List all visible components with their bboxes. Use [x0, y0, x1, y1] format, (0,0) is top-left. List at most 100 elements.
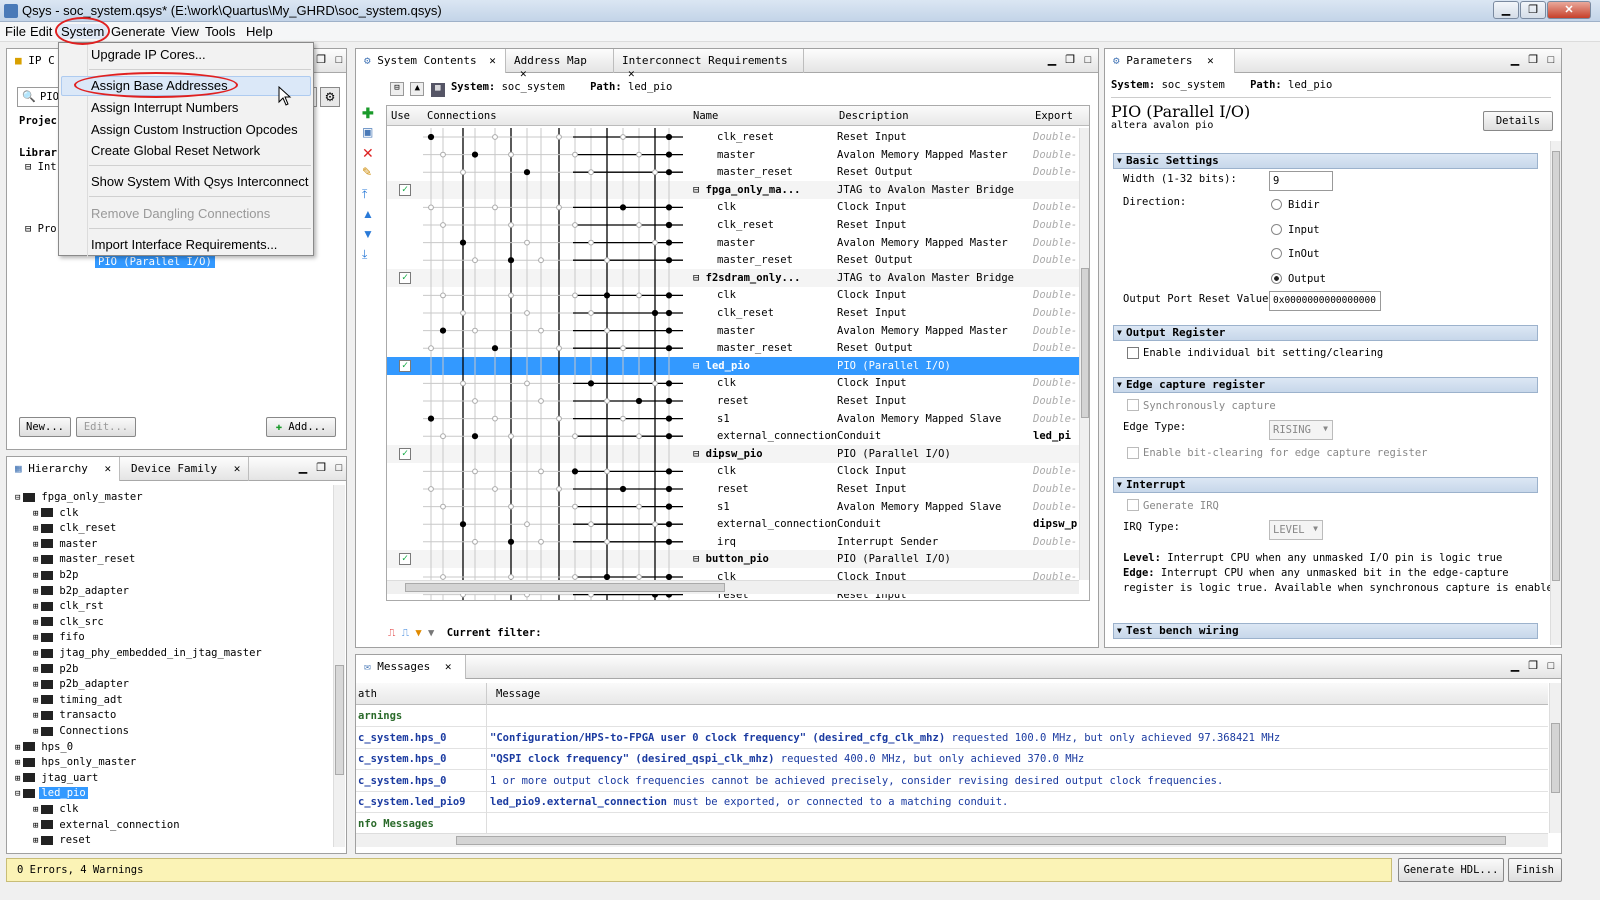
- expand-icon[interactable]: ⊞: [33, 555, 38, 565]
- menu-item-import-requirements[interactable]: Import Interface Requirements...: [91, 237, 277, 252]
- col-message[interactable]: Message: [496, 688, 540, 700]
- menu-item-assign-opcodes[interactable]: Assign Custom Instruction Opcodes: [91, 122, 298, 137]
- connection-point[interactable]: [588, 521, 594, 528]
- connection-point-active[interactable]: [665, 257, 673, 264]
- hierarchy-item[interactable]: ⊞ clk: [33, 803, 80, 815]
- menu-help[interactable]: Help: [243, 24, 276, 39]
- add-icon[interactable]: ✚: [362, 105, 380, 125]
- connection-point[interactable]: [472, 398, 478, 404]
- message-row[interactable]: c_system.led_pio9 led_pio9.external_conne…: [356, 791, 1548, 814]
- hierarchy-item[interactable]: ⊞ clk_rst: [33, 600, 106, 612]
- export-cell[interactable]: Double-: [1033, 307, 1077, 319]
- messages-hscrollbar[interactable]: [356, 833, 1548, 847]
- col-use[interactable]: Use: [391, 110, 410, 122]
- connection-point[interactable]: [428, 486, 434, 492]
- col-name[interactable]: Name: [693, 110, 718, 122]
- tab-ip-catalog[interactable]: ■ IP C: [7, 49, 64, 73]
- width-input[interactable]: 9: [1269, 171, 1333, 191]
- connection-point[interactable]: [572, 151, 578, 158]
- library-node[interactable]: Librar: [19, 147, 57, 159]
- connection-point-active[interactable]: [665, 327, 673, 334]
- connection-point[interactable]: [508, 433, 514, 440]
- tab-parameters[interactable]: ⚙ Parameters ✕: [1105, 49, 1235, 73]
- connection-point[interactable]: [492, 134, 498, 140]
- hierarchy-item[interactable]: ⊞ clk: [33, 507, 80, 519]
- col-path[interactable]: ath: [358, 688, 377, 700]
- contents-hscrollbar[interactable]: [387, 580, 1079, 594]
- expand-icon[interactable]: ⊞: [33, 633, 38, 643]
- connection-point[interactable]: [472, 468, 478, 475]
- hierarchy-item[interactable]: ⊞ clk_src: [33, 616, 106, 628]
- connection-point-active[interactable]: [571, 468, 579, 475]
- interface-node[interactable]: ⊟ Int: [25, 161, 57, 173]
- menu-tools[interactable]: Tools: [202, 24, 238, 39]
- connection-point[interactable]: [428, 204, 434, 211]
- connection-point-active[interactable]: [665, 239, 673, 246]
- export-cell[interactable]: Double-: [1033, 325, 1077, 337]
- connection-point[interactable]: [636, 151, 642, 158]
- connection-point[interactable]: [538, 468, 544, 475]
- export-cell[interactable]: led_pi: [1033, 430, 1071, 442]
- new-ip-button[interactable]: New...: [19, 417, 71, 437]
- use-checkbox[interactable]: ✓: [399, 553, 411, 566]
- connection-point-active[interactable]: [665, 573, 673, 581]
- connection-point-active[interactable]: [439, 327, 447, 334]
- direction-radio-input[interactable]: Input: [1271, 222, 1320, 236]
- connection-point[interactable]: [538, 538, 544, 545]
- generate-irq-checkbox[interactable]: [1127, 499, 1139, 511]
- connection-point[interactable]: [508, 574, 514, 580]
- finish-button[interactable]: Finish: [1508, 858, 1562, 882]
- connection-point-active[interactable]: [665, 521, 673, 528]
- connection-point[interactable]: [636, 433, 642, 440]
- connection-point[interactable]: [636, 292, 642, 299]
- sync-capture-checkbox[interactable]: [1127, 399, 1139, 411]
- hierarchy-item[interactable]: ⊞ p2b: [33, 663, 80, 675]
- message-row[interactable]: nfo Messages: [356, 813, 1548, 833]
- collapse-icon[interactable]: ⊟: [390, 82, 404, 96]
- connection-point-active[interactable]: [665, 345, 673, 352]
- edge-type-select[interactable]: RISING ▼: [1269, 420, 1333, 440]
- connection-point[interactable]: [636, 574, 642, 580]
- radio-icon[interactable]: [1271, 272, 1282, 284]
- hierarchy-item[interactable]: ⊞ b2p_adapter: [33, 585, 131, 597]
- connection-point-active[interactable]: [665, 538, 673, 545]
- panel-minimize-icon[interactable]: ▁: [1046, 55, 1058, 67]
- export-cell[interactable]: Double-: [1033, 536, 1077, 548]
- irq-type-select[interactable]: LEVEL ▼: [1269, 520, 1323, 540]
- connection-point[interactable]: [440, 574, 446, 580]
- connection-point[interactable]: [588, 239, 594, 246]
- tab-device-family[interactable]: Device Family ✕: [123, 457, 250, 481]
- connection-point[interactable]: [440, 222, 446, 228]
- menu-item-assign-interrupts[interactable]: Assign Interrupt Numbers: [91, 100, 238, 115]
- expand-icon[interactable]: ⊞: [33, 665, 38, 675]
- connection-point-active[interactable]: [619, 204, 627, 211]
- hierarchy-item[interactable]: ⊞ jtag_uart: [15, 772, 100, 784]
- connection-point[interactable]: [440, 292, 446, 299]
- connection-point[interactable]: [538, 398, 544, 404]
- direction-radio-inout[interactable]: InOut: [1271, 246, 1320, 260]
- panel-restore-icon[interactable]: ❐: [1527, 661, 1539, 673]
- panel-maximize-icon[interactable]: □: [1082, 55, 1094, 67]
- connection-point[interactable]: [472, 538, 478, 545]
- expand-icon[interactable]: ⊞: [15, 774, 20, 784]
- hierarchy-item[interactable]: ⊞ fifo: [33, 631, 87, 643]
- connection-point[interactable]: [428, 345, 434, 352]
- bit-setting-checkbox[interactable]: [1127, 347, 1139, 359]
- connection-point[interactable]: [588, 310, 594, 316]
- connection-point[interactable]: [652, 239, 658, 246]
- hierarchy-item[interactable]: ⊞ p2b_adapter: [33, 678, 131, 690]
- hierarchy-item[interactable]: ⊞ transacto: [33, 709, 118, 721]
- connection-point[interactable]: [440, 503, 446, 510]
- connection-point[interactable]: [604, 398, 610, 404]
- expand-icon[interactable]: ⊞: [33, 649, 38, 659]
- export-cell[interactable]: Double-: [1033, 395, 1077, 407]
- connection-point-active[interactable]: [427, 415, 435, 422]
- reset-value-input[interactable]: 0x0000000000000000: [1269, 291, 1381, 311]
- radio-icon[interactable]: [1271, 248, 1282, 260]
- expand-icon[interactable]: ⊞: [15, 758, 20, 768]
- message-row[interactable]: c_system.hps_0 "Configuration/HPS-to-FPGA…: [356, 726, 1548, 749]
- connection-point[interactable]: [556, 204, 562, 211]
- filter-icon[interactable]: ▼: [415, 627, 421, 639]
- project-node[interactable]: Projec: [19, 115, 57, 127]
- connection-point-active[interactable]: [665, 468, 673, 475]
